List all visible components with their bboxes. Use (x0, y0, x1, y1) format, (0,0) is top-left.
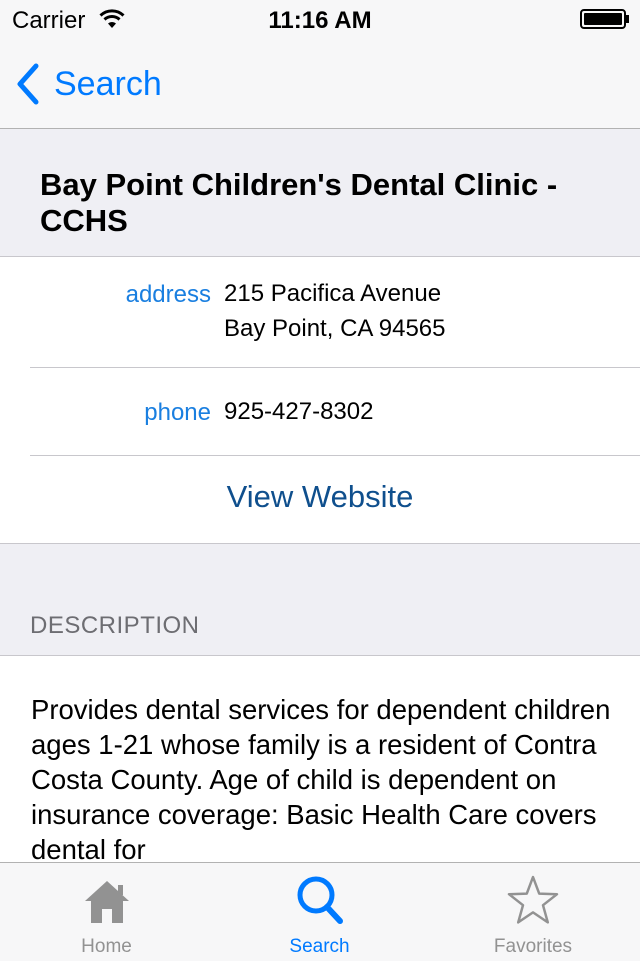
address-value[interactable]: 215 Pacifica Avenue Bay Point, CA 94565 (224, 276, 445, 346)
title-section: Bay Point Children's Dental Clinic - CCH… (0, 129, 640, 257)
home-icon (84, 881, 129, 923)
search-icon (297, 876, 343, 924)
page-title: Bay Point Children's Dental Clinic - CCH… (40, 167, 558, 238)
view-website-button[interactable]: View Website (0, 479, 640, 515)
row-divider (30, 455, 640, 456)
battery-icon (580, 9, 629, 29)
tab-favorites[interactable]: Favorites (426, 863, 640, 961)
description-header: DESCRIPTION (30, 612, 200, 639)
tab-home[interactable]: Home (0, 863, 213, 961)
back-button-label: Search (54, 64, 162, 103)
tab-favorites-label: Favorites (493, 936, 573, 957)
clock: 11:16 AM (268, 7, 372, 34)
tab-bar: Home Search Favorites (0, 862, 640, 961)
navigation-bar: Carrier 11:16 AM Search (0, 0, 640, 129)
tab-search-label: Search (289, 936, 350, 957)
back-button[interactable]: Search (14, 60, 162, 108)
row-divider (30, 367, 640, 368)
description-text: Provides dental services for dependent c… (31, 694, 611, 865)
phone-label: phone (144, 399, 211, 426)
description-card: Provides dental services for dependent c… (0, 655, 640, 866)
status-bar: Carrier 11:16 AM (0, 0, 640, 40)
address-line-1: 215 Pacifica Avenue (224, 280, 442, 307)
details-card: address 215 Pacifica Avenue Bay Point, C… (0, 257, 640, 544)
address-line-2: Bay Point, CA 94565 (224, 315, 446, 342)
phone-value[interactable]: 925-427-8302 (224, 394, 373, 429)
address-label: address (125, 281, 211, 308)
chevron-left-icon (17, 63, 39, 105)
star-icon (507, 875, 559, 924)
tab-search[interactable]: Search (213, 863, 426, 961)
tab-home-label: Home (81, 936, 132, 957)
